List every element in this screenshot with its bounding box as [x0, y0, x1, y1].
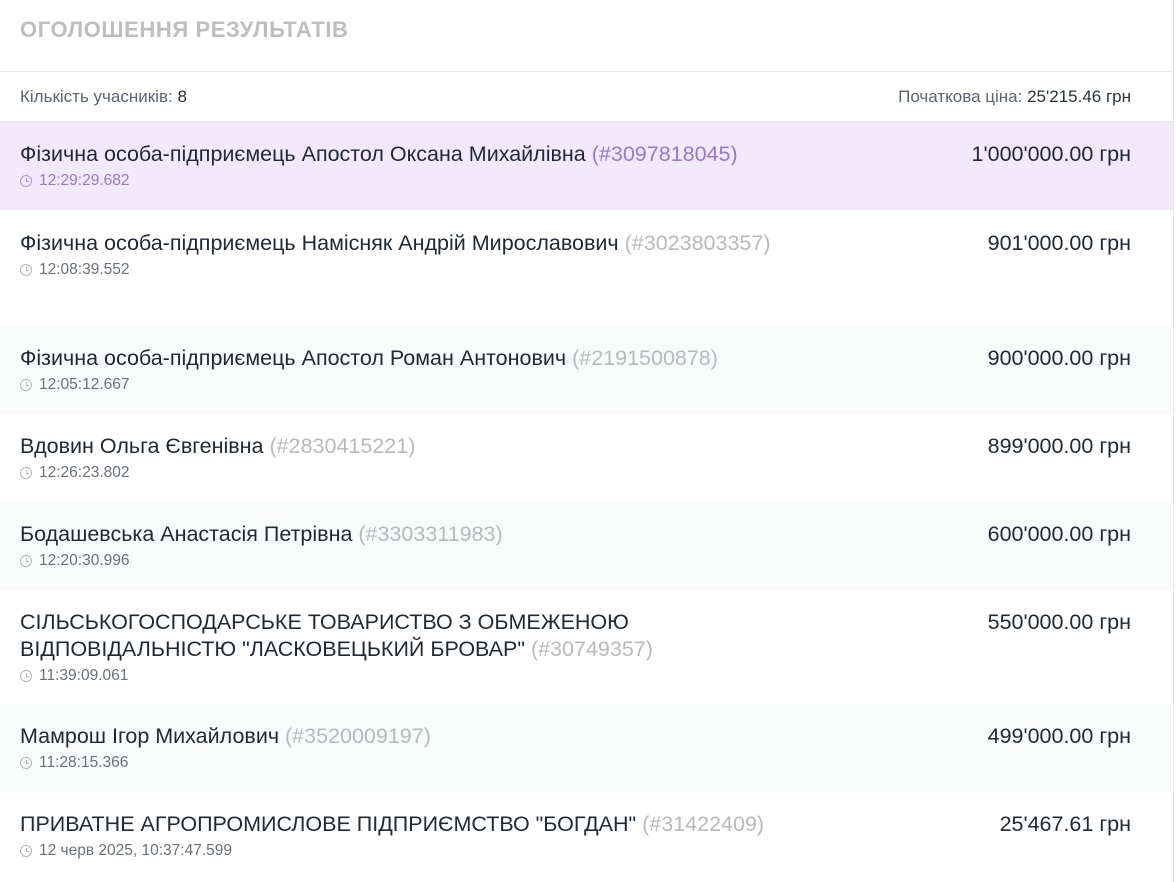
- clock-icon: [20, 264, 32, 276]
- bidder-name: Вдовин Ольга Євгенівна (#2830415221): [20, 434, 416, 458]
- bidder-id: (#2830415221): [269, 434, 416, 458]
- bidder-name: ПРИВАТНЕ АГРОПРОМИСЛОВЕ ПІДПРИЄМСТВО "БО…: [20, 812, 765, 836]
- bid-row: Мамрош Ігор Михайлович (#3520009197) 11:…: [0, 704, 1173, 792]
- bidder-name: Мамрош Ігор Михайлович (#3520009197): [20, 724, 431, 748]
- bid-row: Фізична особа-підприємець Намісняк Андрі…: [0, 210, 1173, 326]
- results-panel: ОГОЛОШЕННЯ РЕЗУЛЬТАТІВ Кількість учасник…: [0, 0, 1174, 882]
- bidder-id: (#3303311983): [358, 522, 503, 546]
- bidder-name: Бодашевська Анастасія Петрівна (#3303311…: [20, 522, 503, 546]
- bid-row-winner: Фізична особа-підприємець Апостол Оксана…: [0, 122, 1173, 210]
- bidder-id: (#2191500878): [572, 346, 718, 370]
- bid-row: Фізична особа-підприємець Апостол Роман …: [0, 326, 1173, 414]
- bid-row: ПРИВАТНЕ АГРОПРОМИСЛОВЕ ПІДПРИЄМСТВО "БО…: [0, 792, 1173, 880]
- bid-amount: 1'000'000.00 грн: [971, 142, 1131, 166]
- page-title: ОГОЛОШЕННЯ РЕЗУЛЬТАТІВ: [0, 0, 1173, 72]
- bid-time: 12:05:12.667: [20, 376, 880, 394]
- bid-time: 12:29:29.682: [20, 172, 880, 190]
- clock-icon: [20, 670, 32, 682]
- bidder-id: (#31422409): [642, 812, 765, 836]
- bids-list: Фізична особа-підприємець Апостол Оксана…: [0, 122, 1173, 880]
- bid-amount: 901'000.00 грн: [987, 231, 1131, 255]
- participants-label: Кількість учасників:: [20, 86, 173, 106]
- bid-row: Вдовин Ольга Євгенівна (#2830415221) 12:…: [0, 414, 1173, 502]
- bid-row: Бодашевська Анастасія Петрівна (#3303311…: [0, 502, 1173, 590]
- start-price-label: Початкова ціна:: [898, 86, 1023, 106]
- bid-time: 12:08:39.552: [20, 261, 780, 279]
- clock-icon: [20, 555, 32, 567]
- bidder-id: (#3097818045): [591, 142, 738, 166]
- participants-value: 8: [177, 86, 187, 106]
- bidder-name: СІЛЬСЬКОГОСПОДАРСЬКЕ ТОВАРИСТВО З ОБМЕЖЕ…: [20, 610, 653, 661]
- start-price-value: 25'215.46 грн: [1027, 86, 1131, 106]
- bid-amount: 600'000.00 грн: [987, 522, 1131, 546]
- bid-time: 12:20:30.996: [20, 552, 880, 570]
- bidder-id: (#3520009197): [285, 724, 431, 748]
- bid-amount: 900'000.00 грн: [987, 346, 1131, 370]
- bid-time: 11:28:15.366: [20, 754, 880, 772]
- bidder-id: (#3023803357): [624, 231, 771, 255]
- bid-time: 12 черв 2025, 10:37:47.599: [20, 842, 880, 860]
- bid-amount: 899'000.00 грн: [987, 434, 1131, 458]
- bid-time: 12:26:23.802: [20, 464, 880, 482]
- clock-icon: [20, 757, 32, 769]
- bidder-id: (#30749357): [530, 637, 653, 661]
- clock-icon: [20, 379, 32, 391]
- bidder-name: Фізична особа-підприємець Намісняк Андрі…: [20, 231, 771, 255]
- participants-count: Кількість учасників: 8: [20, 87, 187, 107]
- clock-icon: [20, 845, 32, 857]
- bid-time: 11:39:09.061: [20, 667, 780, 685]
- clock-icon: [20, 467, 32, 479]
- bid-amount: 550'000.00 грн: [987, 610, 1131, 634]
- bid-amount: 499'000.00 грн: [987, 724, 1131, 748]
- bid-row: СІЛЬСЬКОГОСПОДАРСЬКЕ ТОВАРИСТВО З ОБМЕЖЕ…: [0, 590, 1173, 704]
- clock-icon: [20, 175, 32, 187]
- bidder-name: Фізична особа-підприємець Апостол Роман …: [20, 346, 718, 370]
- results-summary: Кількість учасників: 8 Початкова ціна: 2…: [0, 72, 1173, 122]
- start-price: Початкова ціна: 25'215.46 грн: [898, 87, 1131, 107]
- bidder-name: Фізична особа-підприємець Апостол Оксана…: [20, 142, 738, 166]
- bid-amount: 25'467.61 грн: [999, 812, 1131, 836]
